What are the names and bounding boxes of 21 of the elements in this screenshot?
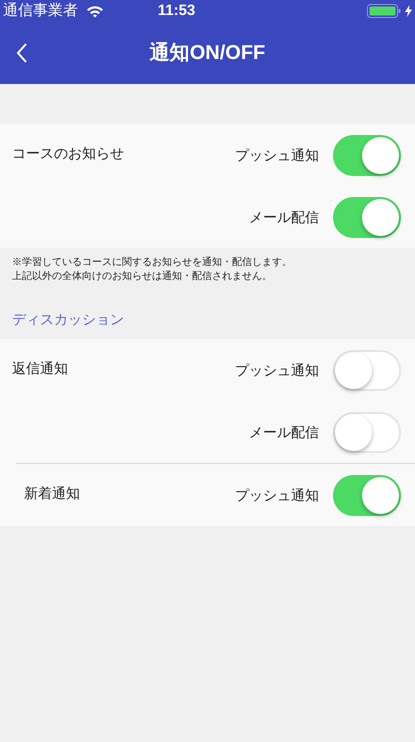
toggle-switch[interactable] xyxy=(333,196,401,238)
section-header: ディスカッション xyxy=(12,310,124,329)
group-label: 新着通知 xyxy=(24,485,80,501)
back-chevron-icon xyxy=(16,42,28,64)
charging-icon xyxy=(405,5,412,17)
group-label: コースのお知らせ xyxy=(12,145,124,161)
wifi-icon xyxy=(86,4,104,18)
group-label: 返信通知 xyxy=(12,360,68,376)
status-time: 11:53 xyxy=(158,0,196,21)
info-note: 上記以外の全体向けのお知らせは通知・配信されません。 xyxy=(12,270,272,284)
carrier-label: 通信事業者 xyxy=(3,0,78,21)
toggle-label: プッシュ通知 xyxy=(235,146,319,164)
toggle-label: メール配信 xyxy=(249,422,319,442)
toggle-switch[interactable] xyxy=(333,474,401,516)
toggle-switch[interactable] xyxy=(333,134,401,176)
toggle-label: プッシュ通知 xyxy=(235,486,319,504)
page-title: 通知ON/OFF xyxy=(150,41,266,66)
toggle-label: プッシュ通知 xyxy=(235,360,319,380)
battery-icon xyxy=(367,4,402,18)
info-note: ※学習しているコースに関するお知らせを通知・配信します。 xyxy=(12,256,292,270)
toggle-label: メール配信 xyxy=(249,208,319,226)
